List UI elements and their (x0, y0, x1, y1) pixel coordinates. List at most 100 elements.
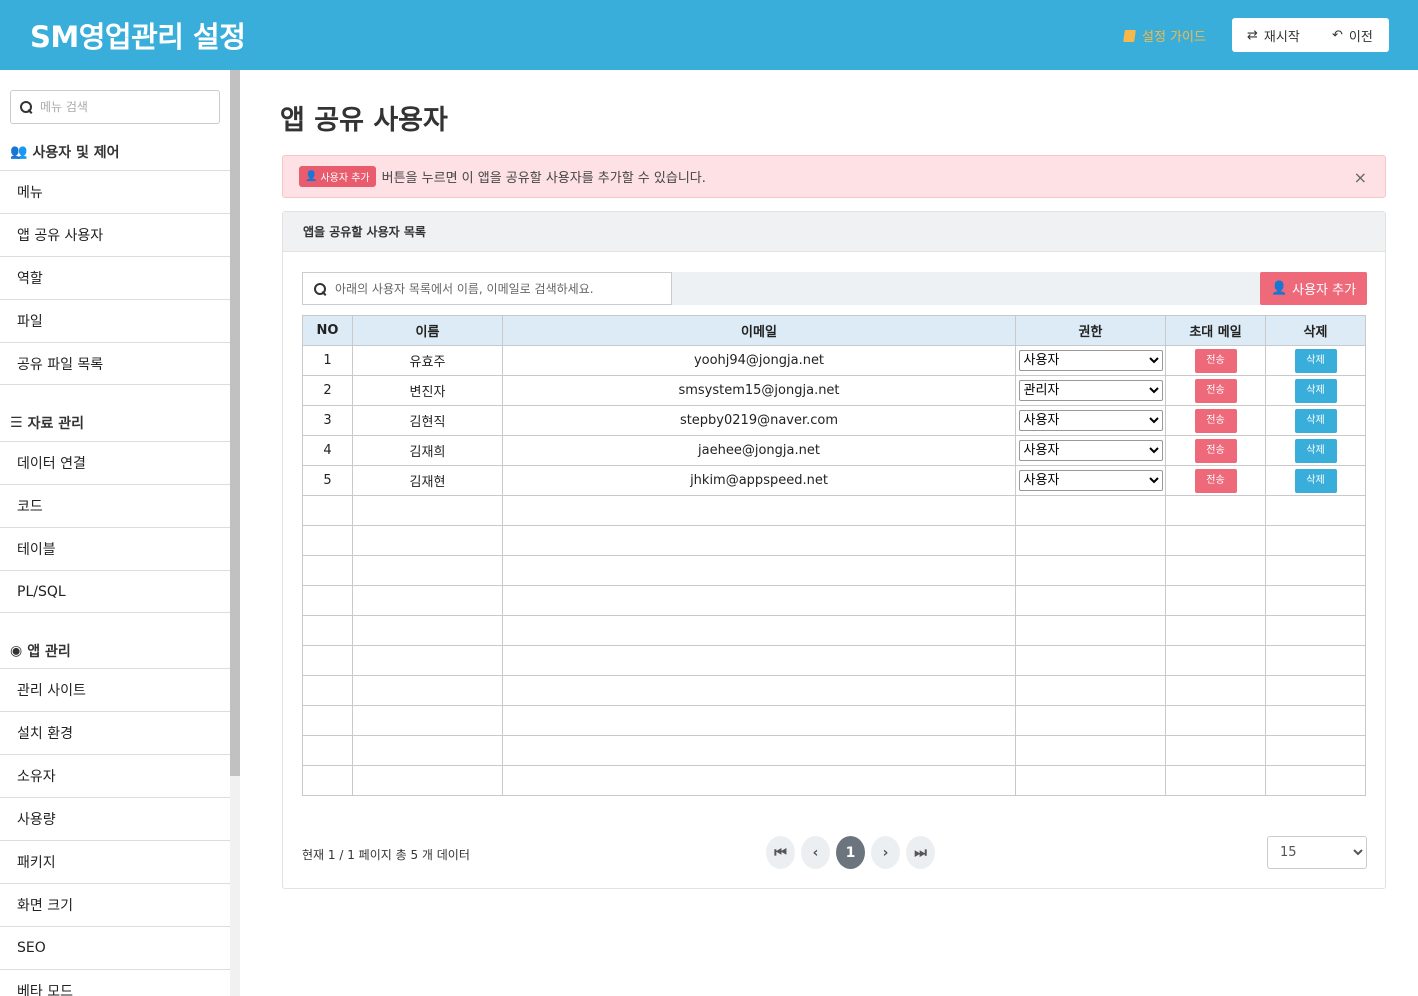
col-header-delete[interactable]: 삭제 (1265, 315, 1366, 346)
chevron-right-icon: › (882, 844, 889, 861)
table-row: 4김재희jaehee@jongja.net사용자관리자 전송 삭제 (302, 435, 1366, 466)
empty-cell (502, 675, 1016, 706)
delete-user-button[interactable]: 삭제 (1294, 438, 1337, 463)
empty-cell (1265, 495, 1366, 526)
col-header-no[interactable]: NO (302, 315, 353, 346)
send-invite-button[interactable]: 전송 (1194, 438, 1237, 463)
section-title-label: 앱 관리 (27, 644, 71, 660)
restart-button[interactable]: ⇄ 재시작 (1232, 18, 1317, 52)
send-invite-button[interactable]: 전송 (1194, 348, 1237, 373)
empty-cell (1265, 705, 1366, 736)
add-user-button[interactable]: 👤 사용자 추가 (1260, 272, 1367, 305)
cell-name: 김현직 (352, 405, 503, 436)
sidebar-item-data-connection[interactable]: 데이터 연결 (0, 441, 230, 484)
role-select[interactable]: 사용자관리자 (1018, 470, 1163, 491)
empty-cell (352, 585, 503, 616)
page-info: 현재 1 / 1 페이지 총 5 개 데이터 (302, 848, 470, 862)
sidebar-item-files[interactable]: 파일 (0, 299, 230, 342)
delete-user-button[interactable]: 삭제 (1294, 408, 1337, 433)
empty-cell (1015, 585, 1166, 616)
sidebar-item-seo[interactable]: SEO (0, 926, 230, 969)
empty-cell (1165, 555, 1266, 586)
cell-name: 김재현 (352, 465, 503, 496)
sidebar-item-beta-mode[interactable]: 베타 모드 (0, 969, 230, 996)
col-header-invite[interactable]: 초대 메일 (1165, 315, 1266, 346)
sidebar-item-menu[interactable]: 메뉴 (0, 170, 230, 213)
role-select[interactable]: 사용자관리자 (1018, 440, 1163, 461)
empty-cell (502, 705, 1016, 736)
role-select[interactable]: 사용자관리자 (1018, 410, 1163, 431)
sidebar-item-usage[interactable]: 사용량 (0, 797, 230, 840)
sidebar-item-code[interactable]: 코드 (0, 484, 230, 527)
empty-cell (1165, 525, 1266, 556)
empty-cell (302, 585, 353, 616)
pagination: ⏮ ‹ 1 › ⏭ (766, 836, 935, 869)
empty-cell (1165, 615, 1266, 646)
section-users-control: 👥 사용자 및 제어 (10, 142, 119, 162)
empty-cell (1265, 615, 1366, 646)
sidebar-item-shared-files[interactable]: 공유 파일 목록 (0, 342, 230, 385)
cell-role: 사용자관리자 (1015, 435, 1166, 466)
empty-cell (352, 525, 503, 556)
restart-label: 재시작 (1263, 29, 1300, 45)
close-icon[interactable]: × (1354, 168, 1367, 187)
sidebar-item-table[interactable]: 테이블 (0, 527, 230, 570)
sidebar-item-admin-site[interactable]: 관리 사이트 (0, 668, 230, 711)
empty-cell (352, 645, 503, 676)
sidebar-item-roles[interactable]: 역할 (0, 256, 230, 299)
cell-name: 변진자 (352, 375, 503, 406)
section-title-label: 사용자 및 제어 (32, 145, 120, 161)
empty-cell (302, 645, 353, 676)
menu-search-input[interactable] (40, 100, 200, 114)
empty-cell (352, 765, 503, 796)
sidebar-item-install-env[interactable]: 설치 환경 (0, 711, 230, 754)
sidebar-scrollbar[interactable] (230, 70, 240, 996)
delete-user-button[interactable]: 삭제 (1294, 348, 1337, 373)
delete-user-button[interactable]: 삭제 (1294, 378, 1337, 403)
cell-role: 사용자관리자 (1015, 375, 1166, 406)
setup-guide-link[interactable]: 설정 가이드 (1123, 26, 1206, 45)
cell-delete: 삭제 (1265, 435, 1366, 466)
sidebar-item-owner[interactable]: 소유자 (0, 754, 230, 797)
sidebar-item-plsql[interactable]: PL/SQL (0, 570, 230, 613)
empty-cell (352, 495, 503, 526)
col-header-name[interactable]: 이름 (352, 315, 503, 346)
role-select[interactable]: 사용자관리자 (1018, 380, 1163, 401)
sidebar-item-package[interactable]: 패키지 (0, 840, 230, 883)
first-page-button[interactable]: ⏮ (766, 836, 795, 869)
role-select[interactable]: 사용자관리자 (1018, 350, 1163, 371)
delete-user-button[interactable]: 삭제 (1294, 468, 1337, 493)
send-invite-button[interactable]: 전송 (1194, 468, 1237, 493)
page-size-select[interactable]: 15 (1267, 836, 1367, 869)
table-row-empty (302, 555, 1366, 586)
table-row: 5김재현jhkim@appspeed.net사용자관리자 전송 삭제 (302, 465, 1366, 496)
table-row-empty (302, 615, 1366, 646)
sidebar: 👥 사용자 및 제어 메뉴 앱 공유 사용자 역할 파일 공유 파일 목록 ☰ … (0, 70, 230, 996)
send-invite-button[interactable]: 전송 (1194, 408, 1237, 433)
back-button[interactable]: ↶ 이전 (1317, 18, 1373, 52)
users-table: NO 이름 이메일 권한 초대 메일 삭제 1 유효주 yoohj94@jongja… (302, 315, 1366, 796)
page-button-current[interactable]: 1 (836, 836, 865, 869)
sidebar-scrollbar-thumb[interactable] (230, 70, 240, 776)
empty-cell (502, 495, 1016, 526)
sidebar-item-screen-size[interactable]: 화면 크기 (0, 883, 230, 926)
last-page-button[interactable]: ⏭ (906, 836, 935, 869)
sidebar-item-app-share-users[interactable]: 앱 공유 사용자 (0, 213, 230, 256)
table-row-empty (302, 675, 1366, 706)
send-invite-button[interactable]: 전송 (1194, 378, 1237, 403)
undo-arrow-icon: ↶ (1332, 27, 1343, 43)
prev-page-button[interactable]: ‹ (801, 836, 830, 869)
cell-invite: 전송 (1165, 375, 1266, 406)
next-page-button[interactable]: › (871, 836, 900, 869)
col-header-role[interactable]: 권한 (1015, 315, 1166, 346)
cell-no: 5 (302, 465, 353, 496)
last-page-icon: ⏭ (914, 844, 927, 861)
section-app-management: ◉ 앱 관리 (10, 641, 71, 661)
cell-email: jaehee@jongja.net (502, 435, 1016, 466)
empty-cell (502, 615, 1016, 646)
table-row-empty (302, 705, 1366, 736)
empty-cell (302, 735, 353, 766)
user-search-input[interactable] (335, 281, 665, 296)
database-icon: ☰ (10, 415, 23, 431)
col-header-email[interactable]: 이메일 (502, 315, 1016, 346)
